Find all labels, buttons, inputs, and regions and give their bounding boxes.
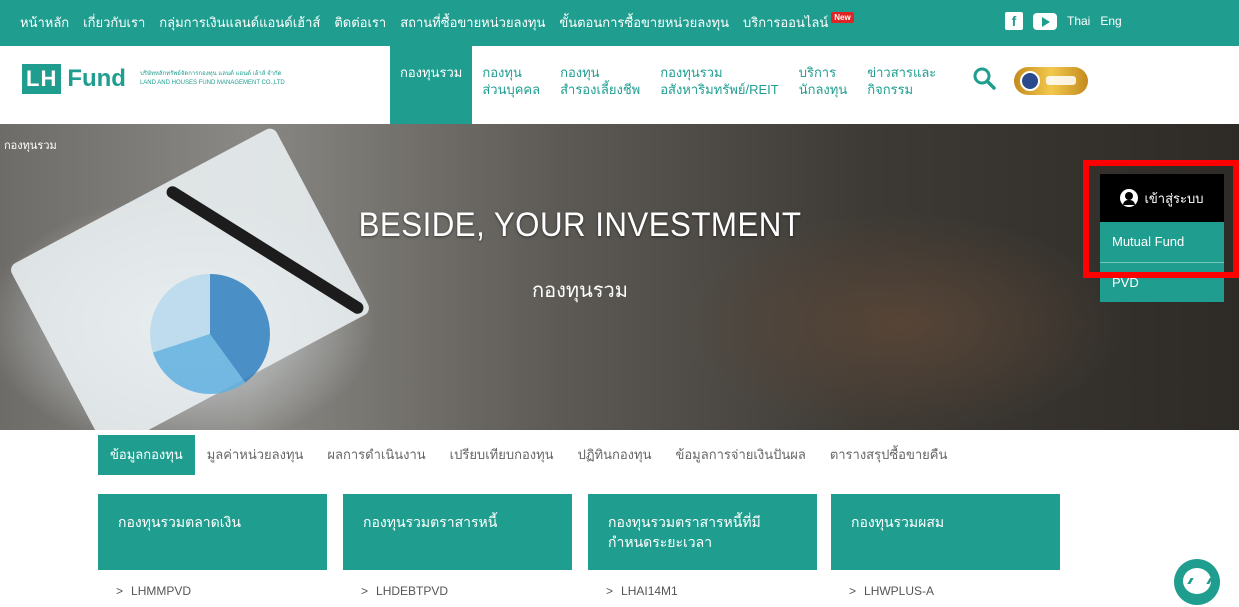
chevron-right-icon: >	[606, 584, 614, 598]
breadcrumb: กองทุนรวม	[4, 140, 57, 152]
tab-nav[interactable]: มูลค่าหน่วยลงทุน	[195, 435, 316, 475]
nav-label-2: นักลงทุน	[798, 82, 848, 97]
fund-card-fixed-income: กองทุนรวมตราสารหนี้ > LHDEBTPVD	[343, 494, 572, 607]
tab-performance[interactable]: ผลการดำเนินงาน	[315, 435, 437, 475]
nav-label: กองทุน	[482, 65, 522, 80]
fund-tabs: ข้อมูลกองทุน มูลค่าหน่วยลงทุน ผลการดำเนิ…	[98, 435, 959, 475]
tab-summary[interactable]: ตารางสรุปซื้อขายคืน	[818, 435, 960, 475]
nav-private-fund[interactable]: กองทุนส่วนบุคคล	[472, 46, 550, 124]
tab-compare[interactable]: เปรียบเทียบกองทุน	[438, 435, 566, 475]
card-title: กองทุนรวมตราสารหนี้	[343, 494, 572, 570]
card-title: กองทุนรวมตลาดเงิน	[98, 494, 327, 570]
tab-dividend[interactable]: ข้อมูลการจ่ายเงินปันผล	[663, 435, 817, 475]
hero-banner: กองทุนรวม BESIDE, YOUR INVESTMENT กองทุน…	[0, 124, 1239, 430]
facebook-icon[interactable]: f	[1005, 12, 1023, 30]
top-link-group[interactable]: กลุ่มการเงินแลนด์แอนด์เฮ้าส์	[159, 12, 320, 33]
fund-link-label: LHMMPVD	[131, 584, 192, 598]
header: LH Fund บริษัทหลักทรัพย์จัดการกองทุน แลน…	[0, 46, 1239, 124]
tab-fund-info[interactable]: ข้อมูลกองทุน	[98, 435, 195, 475]
nav-label-2: กิจกรรม	[867, 82, 914, 97]
fund-card-money-market: กองทุนรวมตลาดเงิน > LHMMPVD	[98, 494, 327, 607]
fund-link[interactable]: > LHMMPVD	[116, 584, 191, 598]
top-links: หน้าหลัก เกี่ยวกับเรา กลุ่มการเงินแลนด์แ…	[20, 12, 854, 33]
top-right: f Thai Eng	[1005, 12, 1122, 30]
fund-link-label: LHAI14M1	[621, 584, 678, 598]
logo[interactable]: LH Fund บริษัทหลักทรัพย์จัดการกองทุน แลน…	[22, 64, 285, 94]
nav-label-2: ส่วนบุคคล	[482, 82, 541, 97]
card-title: กองทุนรวมตราสารหนี้ที่มีกำหนดระยะเวลา	[588, 494, 817, 570]
nav-provident-fund[interactable]: กองทุนสำรองเลี้ยงชีพ	[550, 46, 650, 124]
top-link-contact[interactable]: ติดต่อเรา	[334, 12, 386, 33]
company-name: บริษัทหลักทรัพย์จัดการกองทุน แลนด์ แอนด์…	[140, 70, 285, 88]
nav-investor-service[interactable]: บริการนักลงทุน	[789, 46, 858, 124]
award-text	[1046, 76, 1076, 85]
new-badge: New	[831, 12, 854, 23]
fund-link-label: LHWPLUS-A	[864, 584, 935, 598]
nav-property-reit[interactable]: กองทุนรวมอสังหาริมทรัพย์/REIT	[650, 46, 788, 124]
nav-news[interactable]: ข่าวสารและกิจกรรม	[857, 46, 946, 124]
company-name-en: LAND AND HOUSES FUND MANAGEMENT CO.,LTD	[139, 80, 285, 86]
top-link-home[interactable]: หน้าหลัก	[20, 12, 69, 33]
nav-mutual-fund[interactable]: กองทุนรวม	[390, 46, 473, 124]
chevron-right-icon: >	[849, 584, 857, 598]
chevron-right-icon: >	[116, 584, 124, 598]
logo-lh: LH	[22, 64, 62, 94]
top-bar: หน้าหลัก เกี่ยวกับเรา กลุ่มการเงินแลนด์แ…	[0, 0, 1239, 46]
award-seal-icon	[1020, 71, 1040, 91]
main-nav: กองทุนรวม กองทุนส่วนบุคคล กองทุนสำรองเลี…	[390, 46, 946, 124]
top-link-locations[interactable]: สถานที่ซื้อขายหน่วยลงทุน	[400, 12, 545, 33]
fund-link[interactable]: > LHDEBTPVD	[361, 584, 448, 598]
nav-label-2: สำรองเลี้ยงชีพ	[560, 82, 641, 97]
nav-label: กองทุนรวม	[400, 65, 463, 80]
fund-card-term-fixed-income: กองทุนรวมตราสารหนี้ที่มีกำหนดระยะเวลา > L…	[588, 494, 817, 607]
chevron-right-icon: >	[361, 584, 369, 598]
highlight-box	[1083, 160, 1239, 278]
award-badge	[1014, 67, 1088, 95]
lang-eng[interactable]: Eng	[1100, 14, 1121, 28]
tab-calendar[interactable]: ปฏิทินกองทุน	[566, 435, 664, 475]
hero-tagline: BESIDE, YOUR INVESTMENT	[358, 206, 802, 244]
top-link-steps[interactable]: ขั้นตอนการซื้อขายหน่วยลงทุน	[559, 12, 729, 33]
top-link-about[interactable]: เกี่ยวกับเรา	[83, 12, 145, 33]
messenger-icon[interactable]	[1174, 559, 1220, 605]
nav-label: ข่าวสารและ	[867, 65, 937, 80]
youtube-icon[interactable]	[1033, 12, 1057, 30]
top-link-online-label: บริการออนไลน์	[742, 15, 829, 30]
card-title: กองทุนรวมผสม	[831, 494, 1060, 570]
fund-link[interactable]: > LHAI14M1	[606, 584, 678, 598]
nav-label-2: อสังหาริมทรัพย์/REIT	[660, 82, 779, 97]
fund-link[interactable]: > LHWPLUS-A	[849, 584, 934, 598]
nav-label: บริการ	[798, 65, 837, 80]
fund-link-label: LHDEBTPVD	[376, 584, 449, 598]
lang-thai[interactable]: Thai	[1067, 14, 1090, 28]
hero-subtitle: กองทุนรวม	[532, 280, 628, 302]
fund-card-mixed: กองทุนรวมผสม > LHWPLUS-A	[831, 494, 1060, 607]
nav-label: กองทุน	[560, 65, 600, 80]
nav-label: กองทุนรวม	[660, 65, 723, 80]
logo-fund: Fund	[67, 65, 126, 92]
company-name-th: บริษัทหลักทรัพย์จัดการกองทุน แลนด์ แอนด์…	[139, 71, 282, 77]
search-icon[interactable]	[972, 66, 996, 90]
top-link-online[interactable]: บริการออนไลน์ New	[743, 12, 854, 33]
